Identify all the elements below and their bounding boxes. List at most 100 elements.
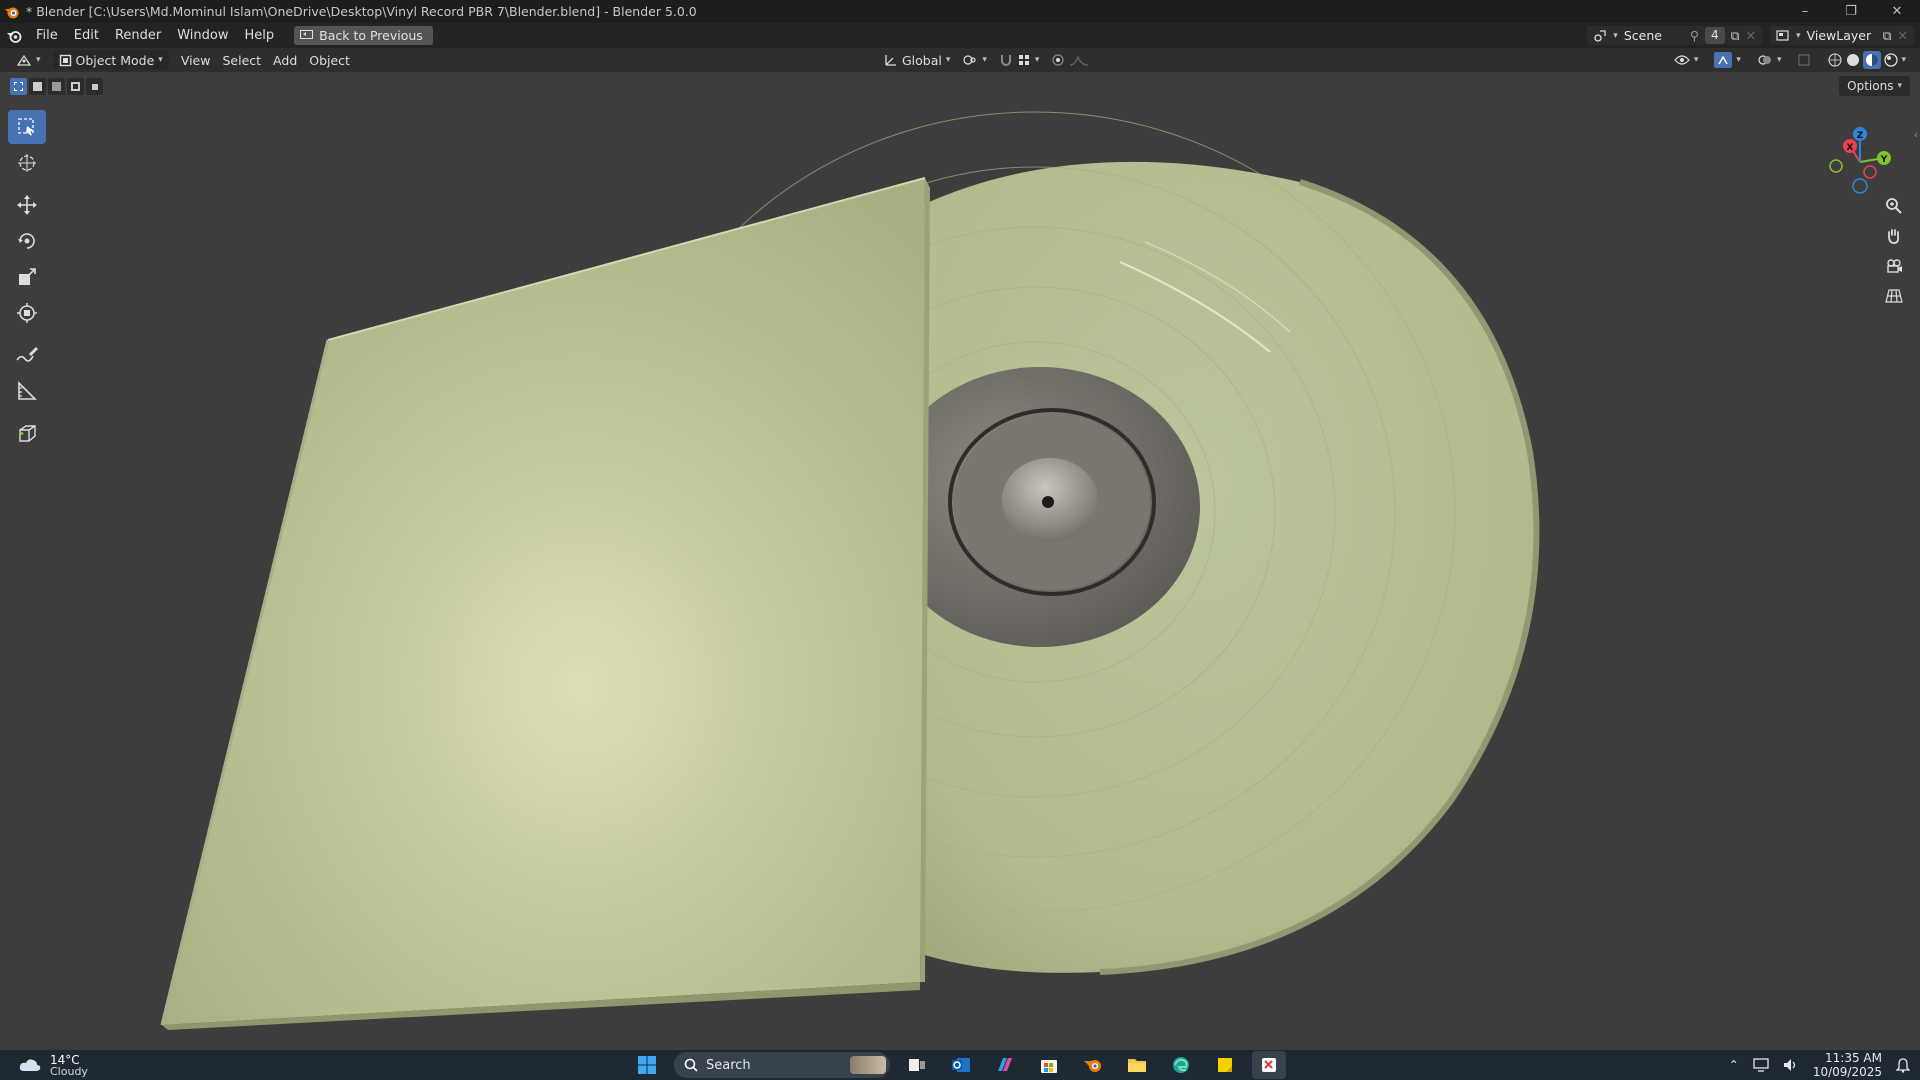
mode-label: Object Mode <box>75 52 155 68</box>
snipping-tool-icon[interactable] <box>1252 1051 1286 1079</box>
chevron-down-icon: ▾ <box>36 55 41 65</box>
remove-scene-icon[interactable]: ✕ <box>1746 28 1756 43</box>
sidebar-toggle-icon[interactable]: ‹ <box>1914 130 1918 141</box>
chevron-down-icon: ▾ <box>1693 55 1699 65</box>
3d-viewport[interactable]: Options ▾ X Y Z ‹ <box>0 72 1920 1050</box>
back-to-previous-button[interactable]: Back to Previous <box>294 26 433 45</box>
pivot-point-selector[interactable]: ▾ <box>956 50 993 70</box>
visibility-selector[interactable]: ▾ <box>1668 50 1705 70</box>
menu-edit[interactable]: Edit <box>66 23 107 48</box>
chevron-down-icon[interactable]: ▾ <box>1901 55 1906 65</box>
gizmo-toggle[interactable]: ▾ <box>1708 50 1747 70</box>
menu-view[interactable]: View <box>175 50 217 70</box>
minimize-button[interactable]: – <box>1782 0 1828 23</box>
windows-taskbar: 14°C Cloudy Search ⌃ 11:35 AM 10/09/2025 <box>0 1050 1920 1080</box>
weather-condition: Cloudy <box>50 1064 88 1078</box>
pivot-icon <box>963 55 976 65</box>
zoom-tool[interactable] <box>1880 192 1908 220</box>
copilot-icon[interactable] <box>988 1051 1022 1079</box>
proportional-editing-toggle[interactable] <box>1045 50 1095 70</box>
zoom-icon <box>1886 198 1902 214</box>
xray-icon <box>1798 54 1811 66</box>
taskbar-search[interactable]: Search <box>674 1052 890 1078</box>
mode-selector[interactable]: Object Mode ▾ <box>52 50 169 70</box>
weather-widget[interactable]: 14°C Cloudy <box>18 1050 88 1080</box>
notification-bell-icon[interactable] <box>1896 1057 1910 1073</box>
sticky-notes-icon[interactable] <box>1208 1051 1242 1079</box>
snap-grid-icon <box>1018 55 1029 65</box>
magnet-icon <box>1000 55 1011 66</box>
menu-select[interactable]: Select <box>216 50 267 70</box>
editor-type-selector[interactable]: ▾ <box>10 50 47 70</box>
transform-orientation-selector[interactable]: Global ▾ <box>878 50 956 70</box>
chevron-down-icon: ▾ <box>158 55 163 65</box>
new-scene-icon[interactable]: ⧉ <box>1731 28 1740 44</box>
hand-icon <box>1888 229 1900 244</box>
outlook-icon[interactable] <box>944 1051 978 1079</box>
camera-view-tool[interactable] <box>1880 252 1908 280</box>
blender-taskbar-icon[interactable] <box>1076 1051 1110 1079</box>
show-hidden-icons-icon[interactable]: ⌃ <box>1729 1058 1739 1072</box>
system-tray: ⌃ 11:35 AM 10/09/2025 <box>1729 1050 1910 1080</box>
windows-start-icon[interactable] <box>630 1051 664 1079</box>
edge-browser-icon[interactable] <box>1164 1051 1198 1079</box>
gizmo-y-label: Y <box>1880 155 1888 165</box>
solid-shading-icon[interactable] <box>1845 52 1861 68</box>
viewport-header: ▾ Object Mode ▾ View Select Add Object G… <box>0 48 1920 72</box>
chevron-down-icon: ▾ <box>1796 30 1801 41</box>
clock[interactable]: 11:35 AM 10/09/2025 <box>1813 1051 1882 1079</box>
window-title: * Blender [C:\Users\Md.Mominul Islam\One… <box>26 4 697 19</box>
wireframe-shading-icon[interactable] <box>1827 52 1843 68</box>
rendered-shading-icon[interactable] <box>1883 52 1899 68</box>
viewlayer-icon <box>1776 30 1789 41</box>
remove-viewlayer-icon[interactable]: ✕ <box>1898 28 1908 43</box>
overlays-toggle[interactable]: ▾ <box>1751 50 1788 70</box>
orientation-label: Global <box>901 52 942 68</box>
blender-app-icon <box>5 7 19 18</box>
snap-toggle[interactable]: ▾ <box>993 50 1046 70</box>
cloud-icon <box>19 1059 41 1071</box>
gizmo-icon <box>1714 52 1733 68</box>
search-placeholder: Search <box>706 1057 751 1073</box>
record-sleeve <box>160 177 930 1030</box>
grid-perspective-icon <box>1885 289 1903 303</box>
search-highlight-image <box>850 1056 886 1074</box>
menu-window[interactable]: Window <box>169 23 236 48</box>
volume-icon[interactable] <box>1783 1058 1799 1072</box>
maximize-button[interactable]: ❐ <box>1828 0 1874 23</box>
scene-selector[interactable]: ▾ Scene ⚲ 4 ⧉ ✕ <box>1587 26 1763 45</box>
viewlayer-selector[interactable]: ▾ ViewLayer ⧉ ✕ <box>1770 26 1914 45</box>
eye-icon <box>1674 55 1690 65</box>
pan-tool[interactable] <box>1880 222 1908 250</box>
menu-help[interactable]: Help <box>237 23 283 48</box>
overlays-icon <box>1758 55 1771 65</box>
menu-render[interactable]: Render <box>107 23 169 48</box>
material-preview-shading-icon[interactable] <box>1863 51 1882 69</box>
menu-object[interactable]: Object <box>303 50 356 70</box>
close-button[interactable]: ✕ <box>1874 0 1920 23</box>
gizmo-x-label: X <box>1847 143 1854 153</box>
network-icon[interactable] <box>1753 1058 1769 1072</box>
temperature: 14°C <box>50 1052 80 1067</box>
microsoft-store-icon[interactable] <box>1032 1051 1066 1079</box>
task-view-icon[interactable] <box>900 1051 934 1079</box>
new-viewlayer-icon[interactable]: ⧉ <box>1883 28 1892 44</box>
blender-menu-icon[interactable] <box>0 23 28 48</box>
3d-viewport-icon <box>16 54 32 66</box>
topbar-right: ▾ Scene ⚲ 4 ⧉ ✕ ▾ ViewLayer ⧉ ✕ <box>1587 23 1920 48</box>
viewport-header-right: ▾ ▾ ▾ ▾ <box>1668 50 1912 70</box>
menu-add[interactable]: Add <box>267 50 303 70</box>
file-explorer-icon[interactable] <box>1120 1051 1154 1079</box>
pin-icon[interactable]: ⚲ <box>1690 28 1699 43</box>
viewlayer-name: ViewLayer <box>1806 28 1872 43</box>
vinyl-record-scene[interactable] <box>0 72 1920 1050</box>
chevron-down-icon: ▾ <box>1776 55 1782 65</box>
xray-toggle[interactable] <box>1791 50 1817 70</box>
perspective-toggle-tool[interactable] <box>1880 282 1908 310</box>
screen-icon <box>300 30 314 39</box>
orientation-icon <box>885 55 896 66</box>
scene-icon <box>1594 29 1606 42</box>
chevron-down-icon: ▾ <box>945 55 951 65</box>
falloff-curve-icon <box>1070 55 1089 66</box>
menu-file[interactable]: File <box>28 23 66 48</box>
